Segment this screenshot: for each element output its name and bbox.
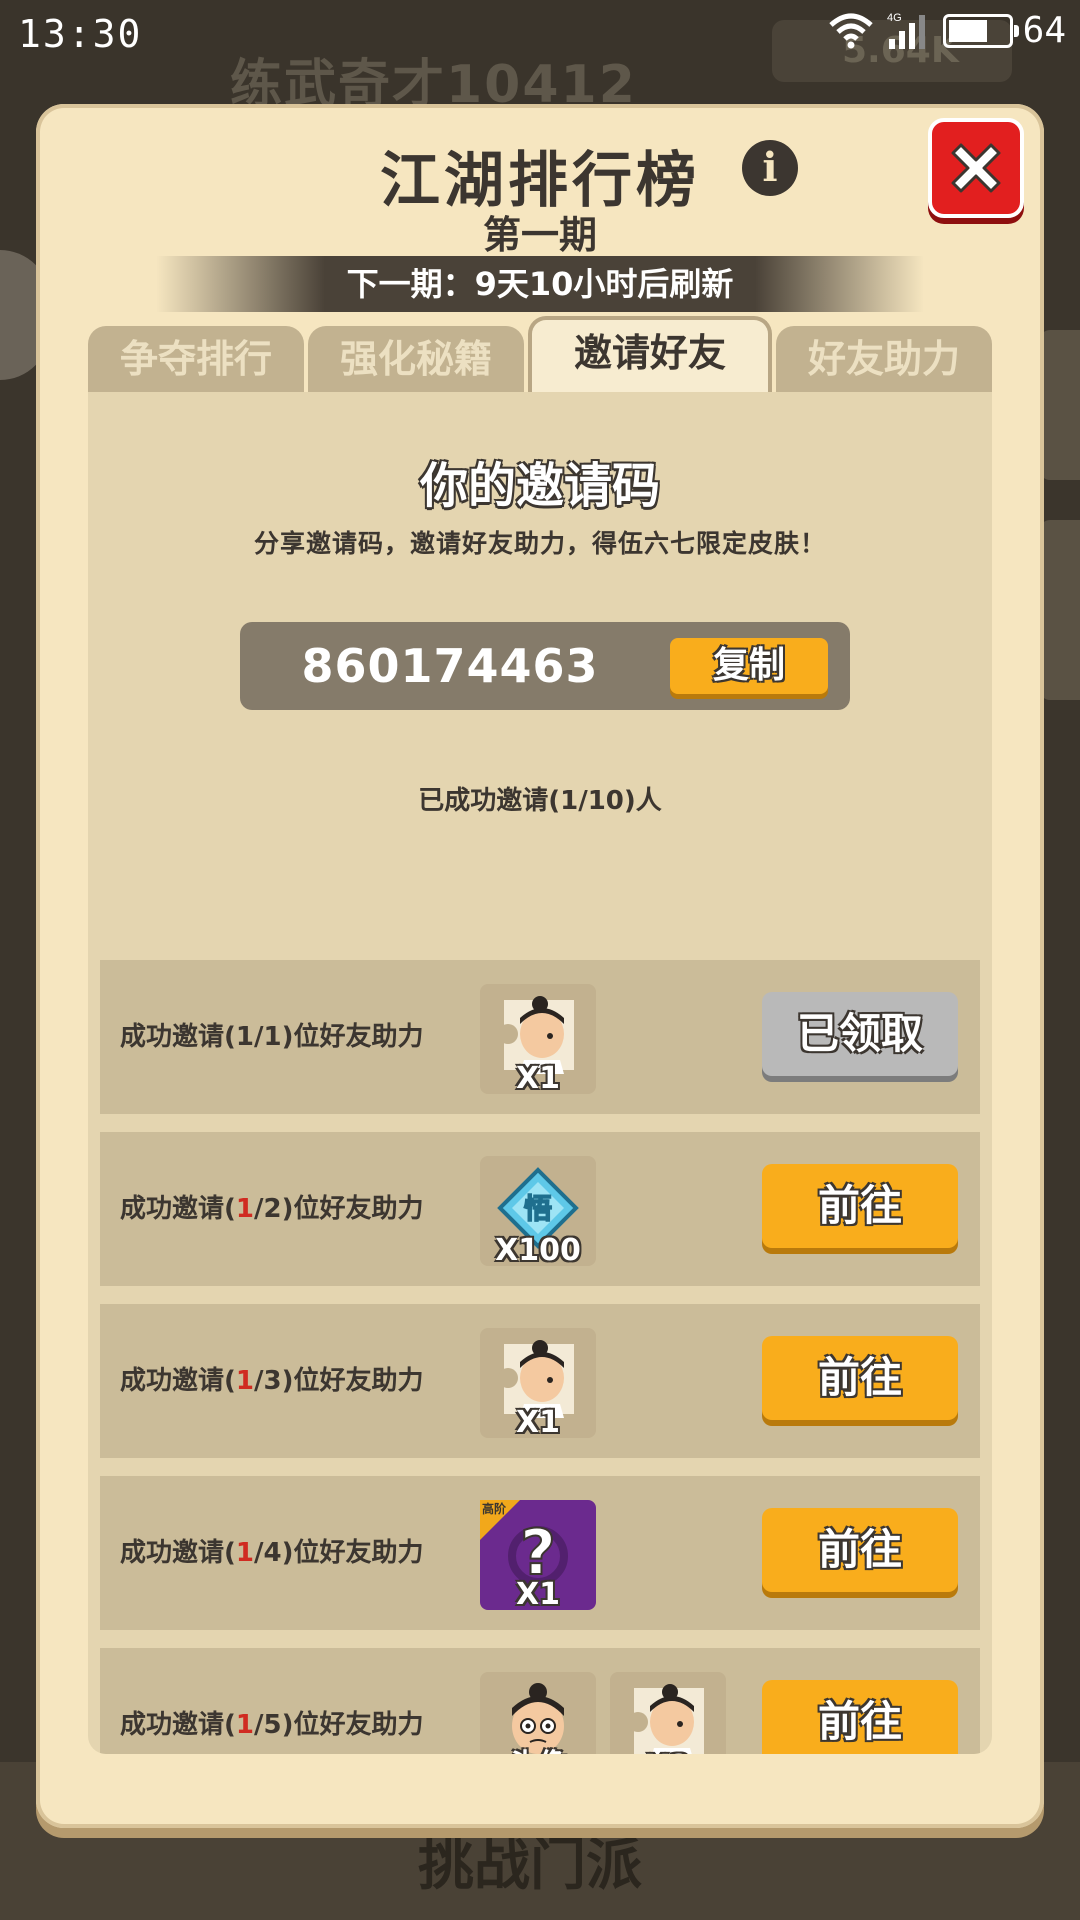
reward-condition-prefix: 成功邀请( bbox=[120, 1194, 236, 1224]
tab-enhance-manual[interactable]: 强化秘籍 bbox=[308, 326, 524, 392]
reward-condition-target: /4)位好友助力 bbox=[253, 1538, 424, 1568]
reward-item-qty: X2 bbox=[610, 1749, 726, 1754]
go-button[interactable]: 前往 bbox=[762, 1164, 958, 1248]
invite-description: 分享邀请码，邀请好友助力，得伍六七限定皮肤！ bbox=[253, 529, 826, 558]
reward-condition-prefix: 成功邀请( bbox=[120, 1366, 236, 1396]
reward-condition: 成功邀请(1/4)位好友助力 bbox=[120, 1476, 423, 1630]
reward-item-qty: X1 bbox=[515, 1061, 560, 1096]
reward-item-qty: 头像 bbox=[480, 1740, 596, 1754]
tab-friend-assist[interactable]: 好友助力 bbox=[776, 326, 992, 392]
reward-condition-prefix: 成功邀请( bbox=[120, 1710, 236, 1740]
copy-button[interactable]: 复制 bbox=[670, 638, 828, 694]
reward-item[interactable]: 悟 X100 bbox=[480, 1156, 596, 1268]
reward-item-qty: X100 bbox=[495, 1233, 581, 1268]
reward-condition: 成功邀请(1/5)位好友助力 bbox=[120, 1648, 423, 1754]
reward-condition: 成功邀请(1/1)位好友助力 bbox=[120, 960, 423, 1114]
info-icon[interactable]: i bbox=[742, 140, 798, 196]
reward-condition-target: /3)位好友助力 bbox=[253, 1366, 424, 1396]
wu-gem-glyph: 悟 bbox=[524, 1192, 552, 1225]
status-icons: 4G 64 bbox=[827, 10, 1066, 51]
reward-item[interactable]: X1 bbox=[480, 984, 596, 1096]
tab-invite-friends[interactable]: 邀请好友 bbox=[528, 316, 772, 392]
tab-rank-competition[interactable]: 争夺排行 bbox=[88, 326, 304, 392]
reward-row: 成功邀请(1/3)位好友助力 X1 前往 bbox=[100, 1304, 980, 1458]
battery-icon bbox=[942, 13, 1019, 48]
close-icon bbox=[951, 143, 1001, 193]
go-button[interactable]: 前往 bbox=[762, 1508, 958, 1592]
invite-tab-content: 你的邀请码 分享邀请码，邀请好友助力，得伍六七限定皮肤！ 860174463 复… bbox=[88, 392, 992, 1754]
reward-item-qty: X1 bbox=[515, 1405, 560, 1440]
reward-condition-target: /2)位好友助力 bbox=[253, 1194, 424, 1224]
signal-icon: 4G bbox=[887, 12, 925, 49]
reward-condition-prefix: 成功邀请( bbox=[120, 1022, 236, 1052]
reward-condition: 成功邀请(1/2)位好友助力 bbox=[120, 1132, 423, 1286]
reward-item[interactable]: 高阶 ? X1 bbox=[480, 1500, 596, 1612]
claimed-button[interactable]: 已领取 bbox=[762, 992, 958, 1076]
refresh-countdown: 下一期：9天10小时后刷新 bbox=[156, 256, 924, 312]
modal-subtitle: 第一期 bbox=[482, 213, 597, 257]
status-time: 13:30 bbox=[18, 12, 143, 56]
close-button[interactable] bbox=[928, 118, 1024, 218]
reward-condition-current: 1 bbox=[235, 1710, 254, 1740]
battery-level: 64 bbox=[1022, 10, 1066, 51]
reward-item[interactable]: 头像 bbox=[480, 1672, 596, 1754]
reward-row: 成功邀请(1/5)位好友助力 头像 bbox=[100, 1648, 980, 1754]
reward-row: 成功邀请(1/4)位好友助力 高阶 ? X1 前往 bbox=[100, 1476, 980, 1630]
reward-condition-current: 1 bbox=[235, 1022, 254, 1052]
invite-code-value: 860174463 bbox=[301, 639, 599, 693]
wifi-icon bbox=[828, 13, 873, 48]
invite-code-box: 860174463 复制 bbox=[240, 622, 850, 710]
status-bar: 13:30 4G 64 bbox=[0, 0, 1080, 64]
reward-item[interactable]: X1 bbox=[480, 1328, 596, 1440]
network-type-label: 4G bbox=[887, 12, 902, 24]
reward-item-qty: X1 bbox=[515, 1577, 560, 1612]
reward-condition-current: 1 bbox=[235, 1194, 254, 1224]
reward-condition-current: 1 bbox=[235, 1366, 254, 1396]
background-side-button bbox=[1040, 520, 1080, 700]
invite-code-heading: 你的邀请码 bbox=[419, 458, 660, 514]
reward-condition-current: 1 bbox=[235, 1538, 254, 1568]
leaderboard-modal: 江湖排行榜 i 第一期 下一期：9天10小时后刷新 争夺排行 强化秘籍 邀请好友… bbox=[36, 104, 1044, 1828]
invite-success-count: 已成功邀请(1/10)人 bbox=[418, 786, 662, 816]
reward-condition: 成功邀请(1/3)位好友助力 bbox=[120, 1304, 423, 1458]
go-button[interactable]: 前往 bbox=[762, 1680, 958, 1754]
tab-bar: 争夺排行 强化秘籍 邀请好友 好友助力 bbox=[88, 316, 992, 392]
reward-condition-target: /1)位好友助力 bbox=[253, 1022, 424, 1052]
reward-condition-target: /5)位好友助力 bbox=[253, 1710, 424, 1740]
reward-item[interactable]: X2 bbox=[610, 1672, 726, 1754]
background-side-button bbox=[1040, 330, 1080, 480]
character-fragment-icon bbox=[628, 1684, 704, 1754]
reward-condition-prefix: 成功邀请( bbox=[120, 1538, 236, 1568]
reward-row: 成功邀请(1/2)位好友助力 悟 X100 前往 bbox=[100, 1132, 980, 1286]
background-bottom-label: 挑战门派 bbox=[418, 1833, 642, 1898]
go-button[interactable]: 前往 bbox=[762, 1336, 958, 1420]
reward-row: 成功邀请(1/1)位好友助力 X1 已领取 bbox=[100, 960, 980, 1114]
